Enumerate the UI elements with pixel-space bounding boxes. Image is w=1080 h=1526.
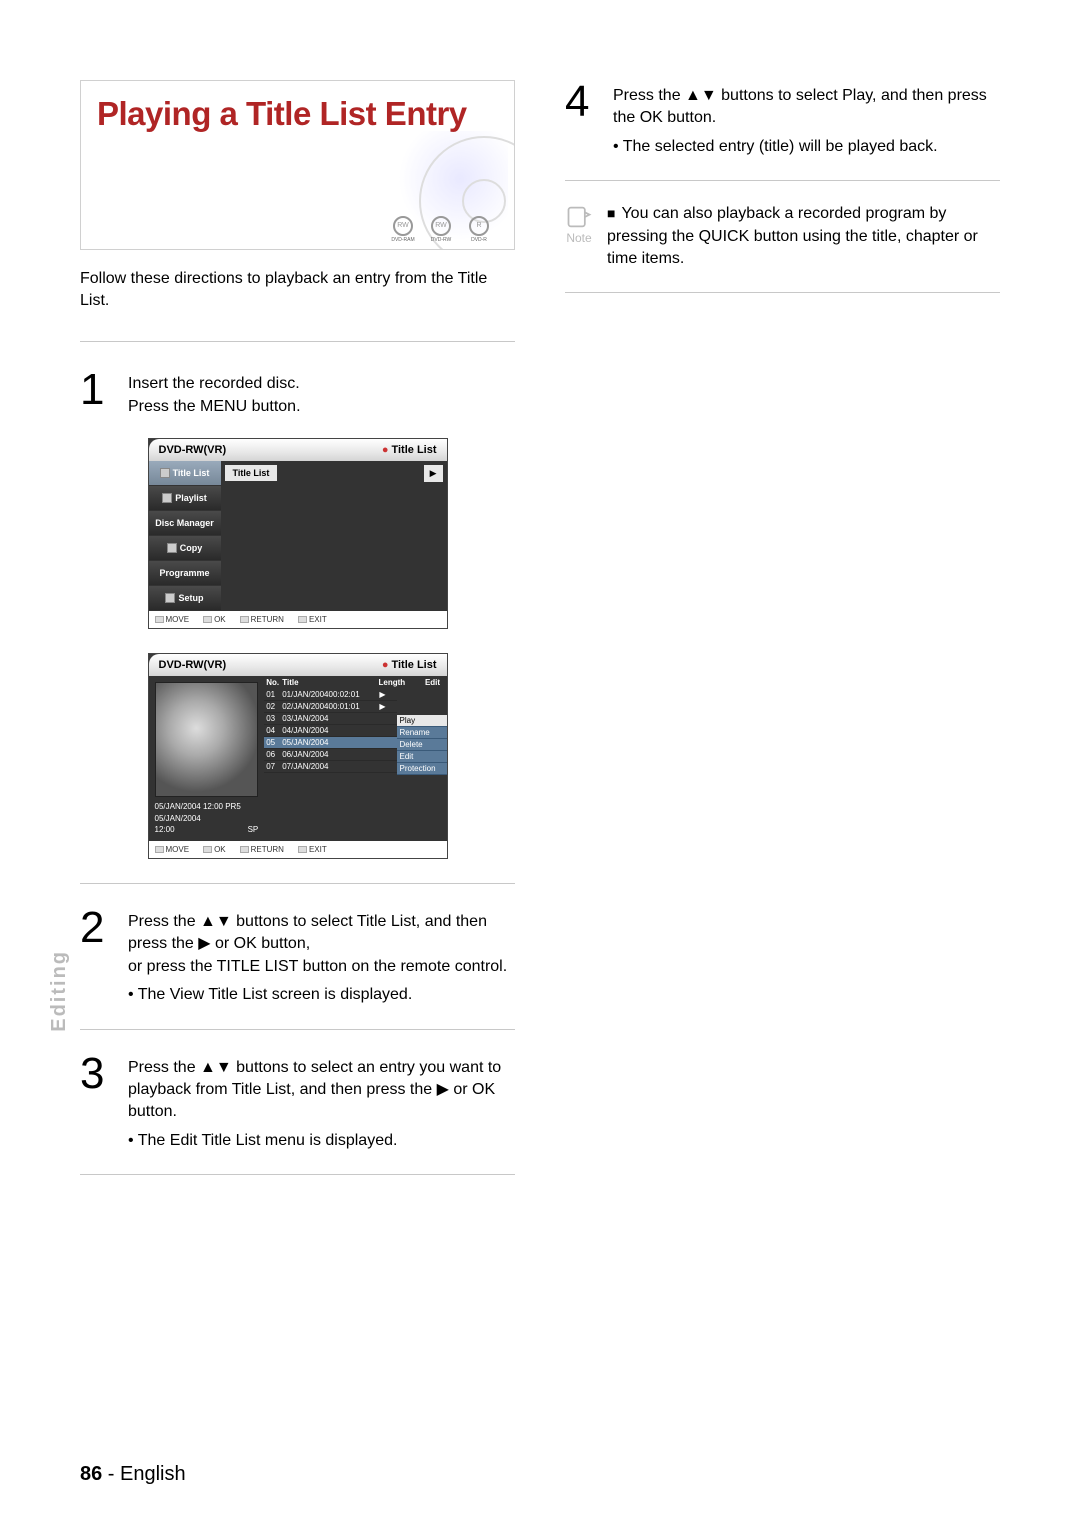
osd1-side-programme[interactable]: Programme [149, 561, 221, 586]
osd1-device: DVD-RW(VR) [159, 444, 227, 456]
osd-menu-screenshot: DVD-RW(VR) ●Title List Title List Playli… [148, 438, 448, 629]
list-row[interactable]: 0303/JAN/2004 [264, 713, 396, 725]
divider [80, 883, 515, 884]
step-4: 4 Press the ▲▼ buttons to select Play, a… [565, 80, 1000, 158]
note-icon [565, 203, 593, 231]
ctx-edit[interactable]: Edit [397, 751, 447, 763]
osd1-tab-arrow[interactable]: ▶ [424, 465, 443, 482]
divider [80, 341, 515, 342]
step-1-line-2: Press the MENU button. [128, 396, 301, 418]
osd2-meta-line1: 05/JAN/2004 12:00 PR5 [155, 801, 259, 812]
osd1-side-discmgr[interactable]: Disc Manager [149, 511, 221, 536]
divider [565, 292, 1000, 293]
badge-dvd-r: RDVD-R [462, 215, 496, 243]
step-2-line-1: Press the ▲▼ buttons to select Title Lis… [128, 911, 515, 956]
osd2-preview-pane: 05/JAN/2004 12:00 PR5 05/JAN/2004 12:00 S… [149, 676, 265, 841]
list-row[interactable]: 0707/JAN/2004 [264, 761, 396, 773]
osd2-hint-bar: MOVE OK RETURN EXIT [149, 841, 447, 858]
chapter-side-tab: Editing [48, 950, 71, 1032]
osd2-meta-line2: 05/JAN/2004 [155, 813, 259, 824]
divider [565, 180, 1000, 181]
osd1-side-setup[interactable]: Setup [149, 586, 221, 611]
osd2-thumbnail [155, 682, 259, 797]
step-2: 2 Press the ▲▼ buttons to select Title L… [80, 906, 515, 1007]
osd1-side-playlist[interactable]: Playlist [149, 486, 221, 511]
square-bullet-icon: ■ [607, 205, 615, 221]
step-1-line-1: Insert the recorded disc. [128, 373, 301, 395]
divider [80, 1029, 515, 1030]
osd1-side-titlelist[interactable]: Title List [149, 461, 221, 486]
note-label: Note [566, 231, 591, 245]
step-number: 2 [80, 906, 114, 1007]
osd1-side-copy[interactable]: Copy [149, 536, 221, 561]
osd1-hint-bar: MOVE OK RETURN EXIT [149, 611, 447, 628]
list-row[interactable]: 0101/JAN/200400:02:01▶ [264, 689, 396, 701]
page-language: English [120, 1463, 186, 1485]
page-number: 86 [80, 1463, 102, 1485]
note-block: Note ■You can also playback a recorded p… [565, 203, 1000, 270]
list-row[interactable]: 0404/JAN/2004 [264, 725, 396, 737]
step-3: 3 Press the ▲▼ buttons to select an entr… [80, 1052, 515, 1153]
note-text: You can also playback a recorded program… [607, 205, 978, 267]
ctx-play[interactable]: Play [397, 715, 447, 727]
section-title-panel: Playing a Title List Entry RWDVD-RAM RWD… [80, 80, 515, 250]
osd-titlelist-screenshot: DVD-RW(VR) ●Title List 05/JAN/2004 12:00… [148, 653, 448, 859]
step-number: 4 [565, 80, 599, 158]
list-row[interactable]: 0606/JAN/2004 [264, 749, 396, 761]
ctx-delete[interactable]: Delete [397, 739, 447, 751]
list-row[interactable]: 0202/JAN/200400:01:01▶ [264, 701, 396, 713]
step-4-bullet: • The selected entry (title) will be pla… [613, 136, 1000, 158]
ctx-protection[interactable]: Protection [397, 763, 447, 775]
badge-dvd-rw: RWDVD-RW [424, 215, 458, 243]
step-2-line-2: or press the TITLE LIST button on the re… [128, 956, 515, 978]
osd2-device: DVD-RW(VR) [159, 659, 227, 671]
step-number: 3 [80, 1052, 114, 1153]
step-3-bullet: • The Edit Title List menu is displayed. [128, 1130, 515, 1152]
osd1-main: Title List ▶ [221, 461, 447, 611]
page-footer: 86 - English [80, 1463, 186, 1486]
osd2-meta-time: 12:00 [155, 825, 175, 834]
osd2-list: No. Title Length Edit 0101/JAN/200400:02… [264, 676, 446, 841]
step-number: 1 [80, 368, 114, 418]
step-3-line-1: Press the ▲▼ buttons to select an entry … [128, 1057, 515, 1124]
badge-dvd-ram: RWDVD-RAM [386, 215, 420, 243]
divider [80, 1174, 515, 1175]
osd1-tab[interactable]: Title List [225, 465, 278, 481]
step-4-line-1: Press the ▲▼ buttons to select Play, and… [613, 85, 1000, 130]
osd2-context-menu: Play Rename Delete Edit Protection [397, 689, 447, 775]
osd2-meta-mode: SP [248, 824, 259, 835]
intro-text: Follow these directions to playback an e… [80, 268, 515, 311]
step-2-bullet: • The View Title List screen is displaye… [128, 984, 515, 1006]
osd1-header: Title List [391, 444, 436, 456]
section-title: Playing a Title List Entry [97, 95, 498, 133]
osd2-header: Title List [391, 659, 436, 671]
ctx-rename[interactable]: Rename [397, 727, 447, 739]
list-row-selected[interactable]: 0505/JAN/2004 [264, 737, 396, 749]
disc-type-badges: RWDVD-RAM RWDVD-RW RDVD-R [386, 215, 496, 243]
step-1: 1 Insert the recorded disc. Press the ME… [80, 368, 515, 418]
osd1-sidebar: Title List Playlist Disc Manager Copy Pr… [149, 461, 221, 611]
